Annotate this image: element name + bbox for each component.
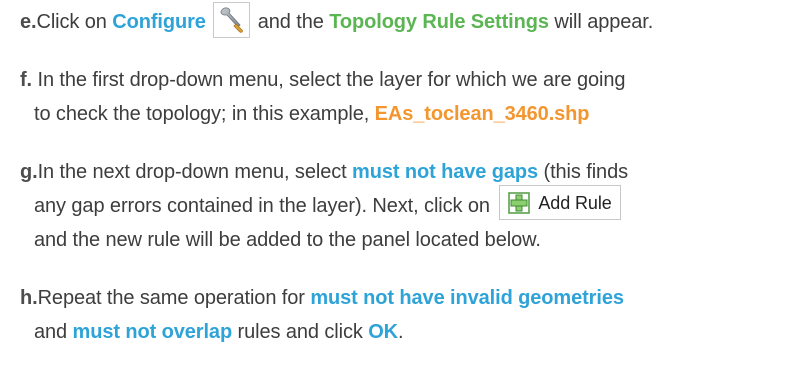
step-text: . [398, 321, 404, 343]
step-f: f. In the first drop-down menu, select t… [20, 63, 800, 131]
step-text: In the first drop-down menu, select the … [37, 69, 626, 91]
wrench-icon [220, 7, 244, 33]
step-text: and the [252, 11, 330, 33]
instruction-document: e.Click on Configure and the Topology Ru… [0, 0, 800, 380]
step-text: any gap errors contained in the layer). … [34, 195, 496, 217]
layer-filename: EAs_toclean_3460.shp [374, 103, 590, 125]
step-letter: g. [20, 161, 38, 183]
step-letter: h. [20, 287, 38, 309]
step-e: e.Click on Configure and the Topology Ru… [20, 1, 800, 39]
topology-rule-settings-keyword: Topology Rule Settings [329, 11, 549, 33]
configure-keyword: Configure [112, 11, 206, 33]
step-text: to check the topology; in this example, [34, 103, 375, 125]
step-h: h.Repeat the same operation for must not… [20, 281, 800, 349]
configure-button[interactable] [213, 1, 251, 38]
add-rule-label: Add Rule [538, 192, 612, 213]
must-not-overlap-keyword: must not overlap [72, 321, 233, 343]
step-text: In the next drop-down menu, select [37, 161, 353, 183]
ok-keyword: OK [368, 321, 399, 343]
step-text: rules and click [232, 321, 369, 343]
step-text: Repeat the same operation for [37, 287, 311, 309]
step-letter: e. [20, 11, 37, 33]
step-text: will appear. [548, 11, 654, 33]
add-rule-plus-icon [508, 191, 531, 214]
add-rule-button[interactable]: Add Rule [499, 185, 621, 221]
step-text: Click on [36, 11, 113, 33]
step-letter: f. [20, 69, 33, 91]
step-text: (this finds [538, 161, 629, 183]
must-not-have-invalid-geometries-keyword: must not have invalid geometries [310, 287, 624, 309]
step-text: and the new rule will be added to the pa… [34, 229, 541, 251]
step-g: g.In the next drop-down menu, select mus… [20, 155, 800, 257]
step-text: and [34, 321, 73, 343]
must-not-have-gaps-keyword: must not have gaps [352, 161, 539, 183]
